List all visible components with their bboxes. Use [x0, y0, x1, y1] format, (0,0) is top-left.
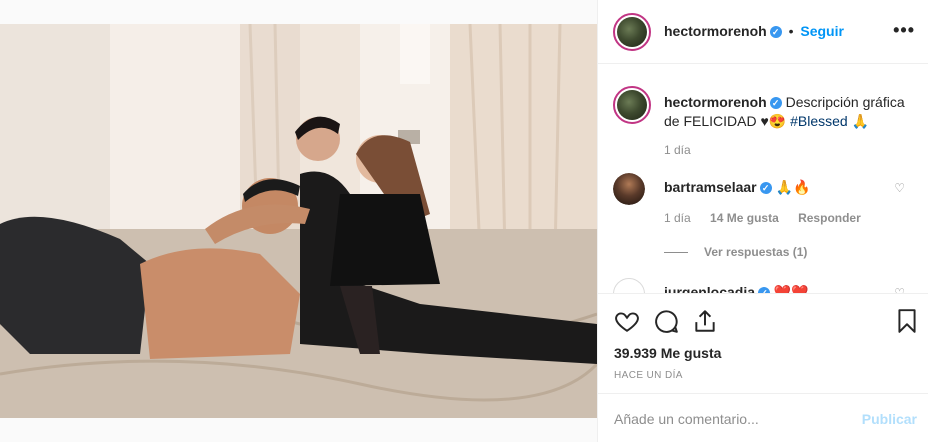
separator-dot: • — [788, 23, 794, 39]
comment-time: 1 día — [664, 211, 691, 225]
comments-list[interactable]: hectormorenoh ✓ Descripción gráfica de FE… — [598, 65, 928, 293]
author-avatar[interactable] — [613, 13, 651, 51]
bookmark-icon[interactable] — [894, 308, 920, 334]
comment-text: ❤️❤️ — [773, 284, 809, 293]
comment-like-icon[interactable]: ♡ — [894, 286, 905, 293]
commenter-avatar[interactable] — [613, 278, 645, 293]
verified-icon: ✓ — [759, 182, 772, 194]
comment-icon[interactable] — [653, 308, 679, 334]
caption-time: 1 día — [664, 143, 691, 157]
caption-text-block: hectormorenoh ✓ Descripción gráfica de FE… — [664, 93, 914, 131]
replies-divider — [664, 252, 688, 254]
caption-avatar[interactable] — [613, 86, 651, 124]
follow-button[interactable]: Seguir — [800, 23, 844, 39]
post-time[interactable]: HACE UN DÍA — [614, 370, 683, 381]
commenter-avatar[interactable] — [613, 173, 645, 205]
share-icon[interactable] — [692, 308, 718, 334]
more-icon[interactable]: ••• — [893, 20, 915, 41]
likes-count[interactable]: 39.939 Me gusta — [614, 345, 721, 361]
comment-likes[interactable]: 14 Me gusta — [710, 211, 779, 225]
comment-meta: 1 día 14 Me gusta Responder — [664, 211, 877, 225]
view-replies-button[interactable]: Ver respuestas (1) — [664, 245, 807, 259]
photo-illustration — [0, 24, 597, 418]
comment-text: 🙏🔥 — [775, 179, 811, 195]
view-replies-label: Ver respuestas (1) — [704, 245, 808, 259]
post-photo[interactable] — [0, 24, 597, 418]
comment-text-block: jurgenlocadia ✓ ❤️❤️ — [664, 284, 809, 293]
verified-icon: ✓ — [769, 97, 782, 109]
caption-hashtag[interactable]: #Blessed — [790, 113, 848, 129]
post-header: hectormorenoh ✓ • Seguir ••• — [598, 0, 928, 64]
caption-emoji: 🙏 — [851, 113, 870, 129]
commenter-username[interactable]: jurgenlocadia — [664, 284, 755, 293]
post-side-panel: hectormorenoh ✓ • Seguir ••• hectormoreno… — [597, 0, 928, 442]
publish-button[interactable]: Publicar — [862, 411, 917, 427]
post-actions: 39.939 Me gusta HACE UN DÍA — [598, 293, 928, 393]
post-container: hectormorenoh ✓ • Seguir ••• hectormoreno… — [0, 0, 928, 442]
caption-username[interactable]: hectormorenoh — [664, 94, 767, 110]
commenter-username[interactable]: bartramselaar — [664, 179, 757, 195]
heart-icon[interactable] — [614, 308, 640, 334]
comment-composer: Publicar — [598, 393, 928, 442]
author-name-row: hectormorenoh ✓ • Seguir — [664, 23, 844, 39]
reply-button[interactable]: Responder — [798, 211, 861, 225]
author-username[interactable]: hectormorenoh — [664, 23, 767, 39]
comment-input[interactable] — [614, 408, 844, 430]
comment-text-block: bartramselaar ✓ 🙏🔥 — [664, 179, 810, 196]
comment-like-icon[interactable]: ♡ — [894, 181, 905, 195]
verified-icon: ✓ — [769, 26, 782, 38]
